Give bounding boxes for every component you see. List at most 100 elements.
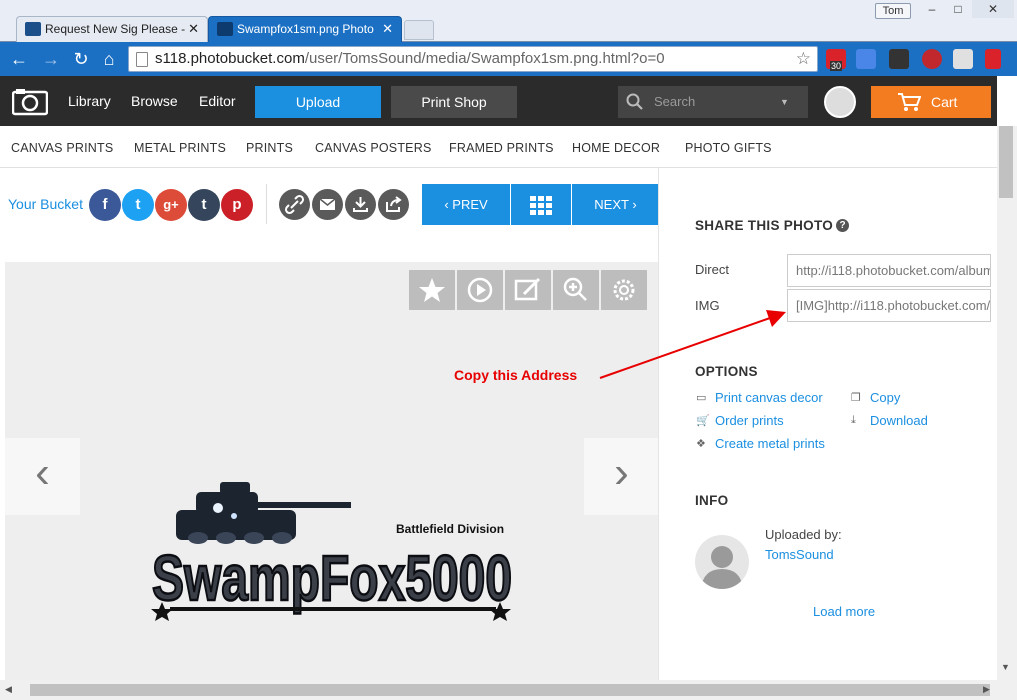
next-photo-arrow-icon[interactable]: › bbox=[584, 438, 659, 515]
minimize-button[interactable]: – bbox=[918, 0, 946, 18]
copy-icon: ❐ bbox=[851, 392, 861, 404]
category-photo-gifts[interactable]: PHOTO GIFTS bbox=[685, 126, 772, 168]
bookmark-star-icon[interactable]: ☆ bbox=[796, 47, 811, 71]
swampfox-artwork: Battlefield Division SwampFox5000 bbox=[151, 482, 513, 621]
grid-view-button[interactable] bbox=[511, 184, 571, 225]
slideshow-play-icon[interactable] bbox=[457, 270, 503, 310]
favorite-star-icon[interactable] bbox=[409, 270, 455, 310]
menu-icon[interactable] bbox=[985, 49, 1001, 69]
uploader-link[interactable]: TomsSound bbox=[765, 547, 834, 562]
url-path: /user/TomsSound/media/Swampfox1sm.png.ht… bbox=[304, 50, 665, 67]
photo-image: Battlefield Division SwampFox5000 bbox=[148, 478, 518, 628]
print-canvas-link[interactable]: Print canvas decor bbox=[715, 390, 823, 405]
scroll-down-arrow-icon[interactable]: ▼ bbox=[1001, 662, 1010, 672]
new-tab-button[interactable] bbox=[404, 20, 434, 40]
vertical-scrollbar[interactable] bbox=[997, 126, 1017, 680]
avatar[interactable] bbox=[824, 86, 856, 118]
next-button[interactable]: NEXT › bbox=[572, 184, 659, 225]
extension-badge: 30 bbox=[830, 61, 843, 71]
scroll-right-arrow-icon[interactable]: ▶ bbox=[983, 684, 990, 695]
close-tab-icon[interactable]: ✕ bbox=[188, 17, 199, 41]
google-plus-share-icon[interactable]: g+ bbox=[155, 189, 187, 221]
close-window-button[interactable]: ✕ bbox=[972, 0, 1014, 18]
close-tab-icon[interactable]: ✕ bbox=[378, 17, 393, 41]
help-icon[interactable]: ? bbox=[836, 219, 849, 232]
scroll-left-arrow-icon[interactable]: ◀ bbox=[5, 684, 12, 695]
search-icon bbox=[626, 93, 643, 110]
download-link[interactable]: Download bbox=[870, 413, 928, 428]
previous-photo-arrow-icon[interactable]: ‹ bbox=[5, 438, 80, 515]
edit-photo-icon[interactable] bbox=[505, 270, 551, 310]
facebook-share-icon[interactable]: f bbox=[89, 189, 121, 221]
chevron-down-icon[interactable]: ▼ bbox=[780, 86, 789, 118]
horizontal-scroll-thumb[interactable] bbox=[30, 684, 990, 696]
cart-icon bbox=[898, 93, 921, 111]
order-prints-link[interactable]: Order prints bbox=[715, 413, 784, 428]
uploader-avatar[interactable] bbox=[695, 535, 749, 589]
category-canvas-prints[interactable]: CANVAS PRINTS bbox=[11, 126, 113, 168]
category-metal-prints[interactable]: METAL PRINTS bbox=[134, 126, 226, 168]
nav-library[interactable]: Library bbox=[68, 76, 111, 126]
search-placeholder: Search bbox=[654, 94, 696, 109]
annotation-arrow bbox=[599, 310, 786, 379]
cart-icon: 🛒 bbox=[696, 415, 710, 427]
annotation-label: Copy this Address bbox=[454, 367, 578, 383]
direct-label: Direct bbox=[695, 262, 729, 277]
category-home-decor[interactable]: HOME DECOR bbox=[572, 126, 660, 168]
direct-link-field[interactable]: http://i118.photobucket.com/albums/o108/… bbox=[787, 254, 991, 287]
adblock-extension-icon[interactable]: 30 bbox=[826, 49, 846, 71]
ghost-extension-icon[interactable] bbox=[922, 49, 942, 69]
category-prints[interactable]: PRINTS bbox=[246, 126, 293, 168]
twitter-share-icon[interactable]: t bbox=[122, 189, 154, 221]
forward-arrow-icon[interactable]: → bbox=[40, 47, 62, 71]
download-icon: ⤓ bbox=[851, 414, 856, 426]
reload-icon[interactable]: ↻ bbox=[70, 47, 92, 71]
translate-extension-icon[interactable] bbox=[856, 49, 876, 69]
back-arrow-icon[interactable]: ← bbox=[8, 47, 30, 71]
tab-title: Request New Sig Please - bbox=[45, 22, 186, 36]
browser-toolbar: ← → ↻ ⌂ s118.photobucket.com/user/TomsSo… bbox=[0, 42, 1017, 76]
copy-link[interactable]: Copy bbox=[870, 390, 900, 405]
your-bucket-link[interactable]: Your Bucket bbox=[8, 196, 83, 212]
cart-label: Cart bbox=[931, 94, 958, 110]
nav-browse[interactable]: Browse bbox=[131, 76, 178, 126]
prev-button[interactable]: ‹ PREV bbox=[422, 184, 510, 225]
link-icon[interactable] bbox=[279, 189, 310, 220]
download-icon[interactable] bbox=[345, 189, 376, 220]
search-input[interactable]: Search ▼ bbox=[618, 86, 808, 118]
category-framed-prints[interactable]: FRAMED PRINTS bbox=[449, 126, 554, 168]
print-shop-button[interactable]: Print Shop bbox=[391, 86, 517, 118]
img-code-field[interactable]: [IMG]http://i118.photobucket.com/albums/… bbox=[787, 289, 991, 322]
share-photo-heading: SHARE THIS PHOTO bbox=[695, 218, 834, 233]
category-canvas-posters[interactable]: CANVAS POSTERS bbox=[315, 126, 431, 168]
photobucket-favicon-icon bbox=[217, 22, 233, 36]
home-icon[interactable]: ⌂ bbox=[98, 47, 120, 71]
shield-extension-icon[interactable] bbox=[953, 49, 973, 69]
tab-swampfox-photo[interactable]: Swampfox1sm.png Photo ✕ bbox=[208, 16, 402, 42]
profile-badge[interactable]: Tom bbox=[875, 3, 911, 19]
info-heading: INFO bbox=[695, 493, 729, 508]
category-nav: CANVAS PRINTS METAL PRINTS PRINTS CANVAS… bbox=[0, 126, 997, 168]
page-icon bbox=[136, 52, 148, 67]
more-extension-icon[interactable] bbox=[889, 49, 909, 69]
share-icon[interactable] bbox=[378, 189, 409, 220]
pinterest-share-icon[interactable]: p bbox=[221, 189, 253, 221]
vertical-scroll-thumb[interactable] bbox=[999, 126, 1013, 198]
load-more-link[interactable]: Load more bbox=[813, 604, 875, 619]
artwork-subtitle: Battlefield Division bbox=[396, 522, 504, 536]
tumblr-share-icon[interactable]: t bbox=[188, 189, 220, 221]
user-silhouette-icon bbox=[701, 546, 743, 589]
gift-icon: ❖ bbox=[696, 438, 706, 450]
photobucket-logo-icon[interactable] bbox=[12, 88, 48, 116]
maximize-button[interactable]: □ bbox=[946, 0, 970, 18]
grid-icon bbox=[530, 196, 552, 215]
cart-button[interactable]: Cart bbox=[871, 86, 991, 118]
divider bbox=[266, 184, 267, 224]
forum-favicon-icon bbox=[25, 22, 41, 36]
email-icon[interactable] bbox=[312, 189, 343, 220]
nav-editor[interactable]: Editor bbox=[199, 76, 236, 126]
create-metal-prints-link[interactable]: Create metal prints bbox=[715, 436, 825, 451]
upload-button[interactable]: Upload bbox=[255, 86, 381, 118]
address-bar[interactable]: s118.photobucket.com/user/TomsSound/medi… bbox=[128, 46, 818, 72]
tab-request-new-sig[interactable]: Request New Sig Please - ✕ bbox=[16, 16, 208, 42]
